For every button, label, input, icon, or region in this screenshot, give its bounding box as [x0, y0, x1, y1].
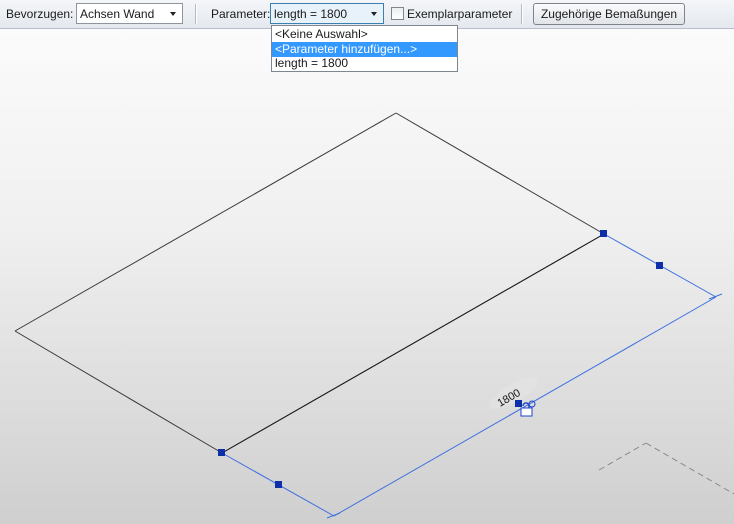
toolbar-separator: [521, 4, 523, 24]
model-edge-back-left[interactable]: [14, 112, 397, 332]
model-edge-back-right[interactable]: [395, 112, 605, 235]
prefer-combobox-value: Achsen Wand: [80, 7, 155, 21]
selected-line-highlight: [221, 233, 605, 454]
parameter-combobox[interactable]: length = 1800: [270, 3, 384, 24]
parameter-label: Parameter:: [211, 7, 271, 21]
hidden-lines: [598, 442, 734, 495]
chevron-down-icon[interactable]: [167, 8, 179, 20]
dropdown-item-length[interactable]: length = 1800: [272, 56, 457, 71]
drawing-canvas[interactable]: 1800: [0, 0, 734, 524]
dropdown-item-add-parameter[interactable]: <Parameter hinzufügen...>: [272, 42, 457, 57]
instance-parameter-checkbox[interactable]: [391, 7, 404, 20]
witness-grip-right[interactable]: [656, 262, 663, 269]
parameter-combobox-value: length = 1800: [274, 7, 348, 21]
dimension-text-grip[interactable]: [515, 400, 522, 407]
related-dimensions-button[interactable]: Zugehörige Bemaßungen: [533, 3, 685, 25]
dimension-line: [333, 296, 717, 517]
prefer-combobox[interactable]: Achsen Wand: [76, 3, 183, 24]
chevron-down-icon[interactable]: [368, 8, 380, 20]
endpoint-grip-left[interactable]: [218, 449, 225, 456]
prefer-label: Bevorzugen:: [6, 7, 74, 21]
witness-grip-left[interactable]: [275, 481, 282, 488]
dimension-tick-right: [708, 293, 723, 300]
dropdown-item-none[interactable]: <Keine Auswahl>: [272, 27, 457, 42]
toolbar-separator: [195, 4, 197, 24]
endpoint-grip-right[interactable]: [600, 230, 607, 237]
instance-parameter-label[interactable]: Exemplarparameter: [407, 7, 512, 21]
revit-window: 1800 Bevorzugen: Achsen Wand Parameter: …: [0, 0, 734, 524]
lock-icon[interactable]: [520, 402, 533, 417]
dimension-tick-left: [326, 512, 341, 519]
dimension-1800[interactable]: [221, 233, 723, 519]
model-edge-front-left[interactable]: [14, 330, 223, 454]
grips[interactable]: [218, 230, 663, 488]
parameter-dropdown-list[interactable]: <Keine Auswahl> <Parameter hinzufügen...…: [271, 25, 458, 72]
